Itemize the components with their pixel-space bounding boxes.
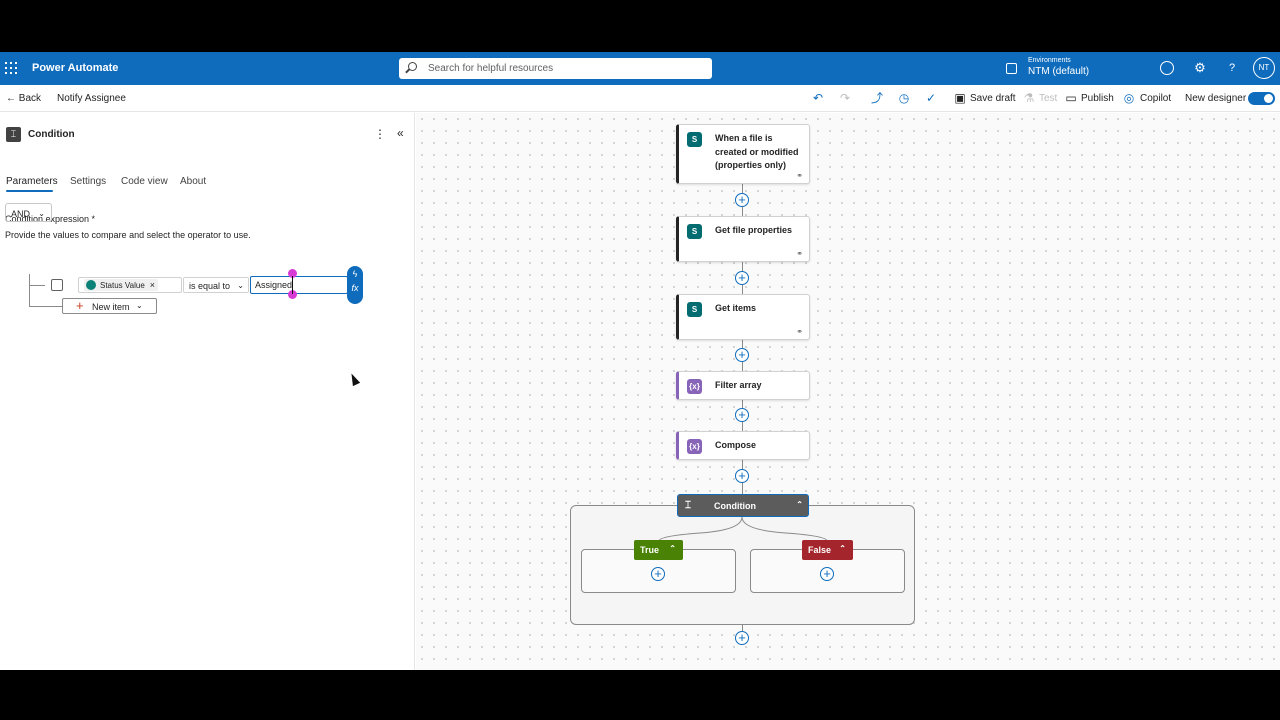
tab-code-view[interactable]: Code view xyxy=(121,176,168,187)
version-history-icon[interactable]: ◷ xyxy=(897,91,911,105)
power-automate-window: Power Automate Search for helpful resour… xyxy=(0,52,1280,670)
checker-icon[interactable]: ⤴ xyxy=(870,91,884,105)
app-title: Power Automate xyxy=(32,62,119,74)
flow-canvas[interactable] xyxy=(416,113,1280,670)
flow-checker-icon[interactable]: ✓ xyxy=(924,91,938,105)
arrow-left-icon: ← xyxy=(6,93,16,104)
publish-icon: ▭ xyxy=(1065,91,1077,105)
save-icon: ▣ xyxy=(954,91,966,105)
app-launcher-icon[interactable] xyxy=(5,62,17,74)
copilot-icon: ◎ xyxy=(1123,91,1135,105)
environment-icon[interactable] xyxy=(1006,63,1017,74)
condition-icon: ⌶ xyxy=(6,127,21,142)
search-icon xyxy=(408,62,417,71)
flow-name: Notify Assignee xyxy=(57,93,126,104)
top-bar: Power Automate Search for helpful resour… xyxy=(0,52,1280,85)
avatar[interactable]: NT xyxy=(1253,57,1275,79)
condition-expression-label: Condition expression * xyxy=(5,214,96,224)
save-draft-button[interactable]: Save draft xyxy=(970,93,1016,104)
environment-label: Environments xyxy=(1028,57,1071,64)
environment-value[interactable]: NTM (default) xyxy=(1028,66,1089,77)
condition-properties-panel: ⌶ Condition ⋮ « Parameters Settings Code… xyxy=(0,113,415,670)
copilot-button[interactable]: Copilot xyxy=(1140,93,1171,104)
tab-settings[interactable]: Settings xyxy=(70,176,106,187)
command-bar: ← Back Notify Assignee ↶ ↷ ⤴ ◷ ✓ ▣ Save … xyxy=(0,85,1280,112)
new-designer-label: New designer xyxy=(1185,93,1247,104)
new-designer-toggle[interactable] xyxy=(1248,92,1275,105)
search-placeholder: Search for helpful resources xyxy=(428,63,554,74)
condition-expression-description: Provide the values to compare and select… xyxy=(5,230,251,240)
test-icon: ⚗ xyxy=(1023,91,1035,105)
redo-icon[interactable]: ↷ xyxy=(838,91,852,105)
tab-parameters[interactable]: Parameters xyxy=(6,176,58,187)
publish-button[interactable]: Publish xyxy=(1081,93,1114,104)
back-button[interactable]: ← Back xyxy=(6,93,41,104)
tab-about[interactable]: About xyxy=(180,176,206,187)
help-icon[interactable]: ? xyxy=(1225,61,1239,75)
active-tab-indicator xyxy=(6,190,53,192)
panel-title: Condition xyxy=(28,129,75,140)
back-label: Back xyxy=(18,93,42,104)
search-input[interactable]: Search for helpful resources xyxy=(399,58,712,79)
test-button[interactable]: Test xyxy=(1039,93,1057,104)
settings-gear-icon[interactable]: ⚙ xyxy=(1193,61,1207,75)
feedback-icon[interactable] xyxy=(1160,61,1174,75)
collapse-panel-icon[interactable]: « xyxy=(397,126,404,140)
more-options-icon[interactable]: ⋮ xyxy=(374,127,386,141)
undo-icon[interactable]: ↶ xyxy=(811,91,825,105)
